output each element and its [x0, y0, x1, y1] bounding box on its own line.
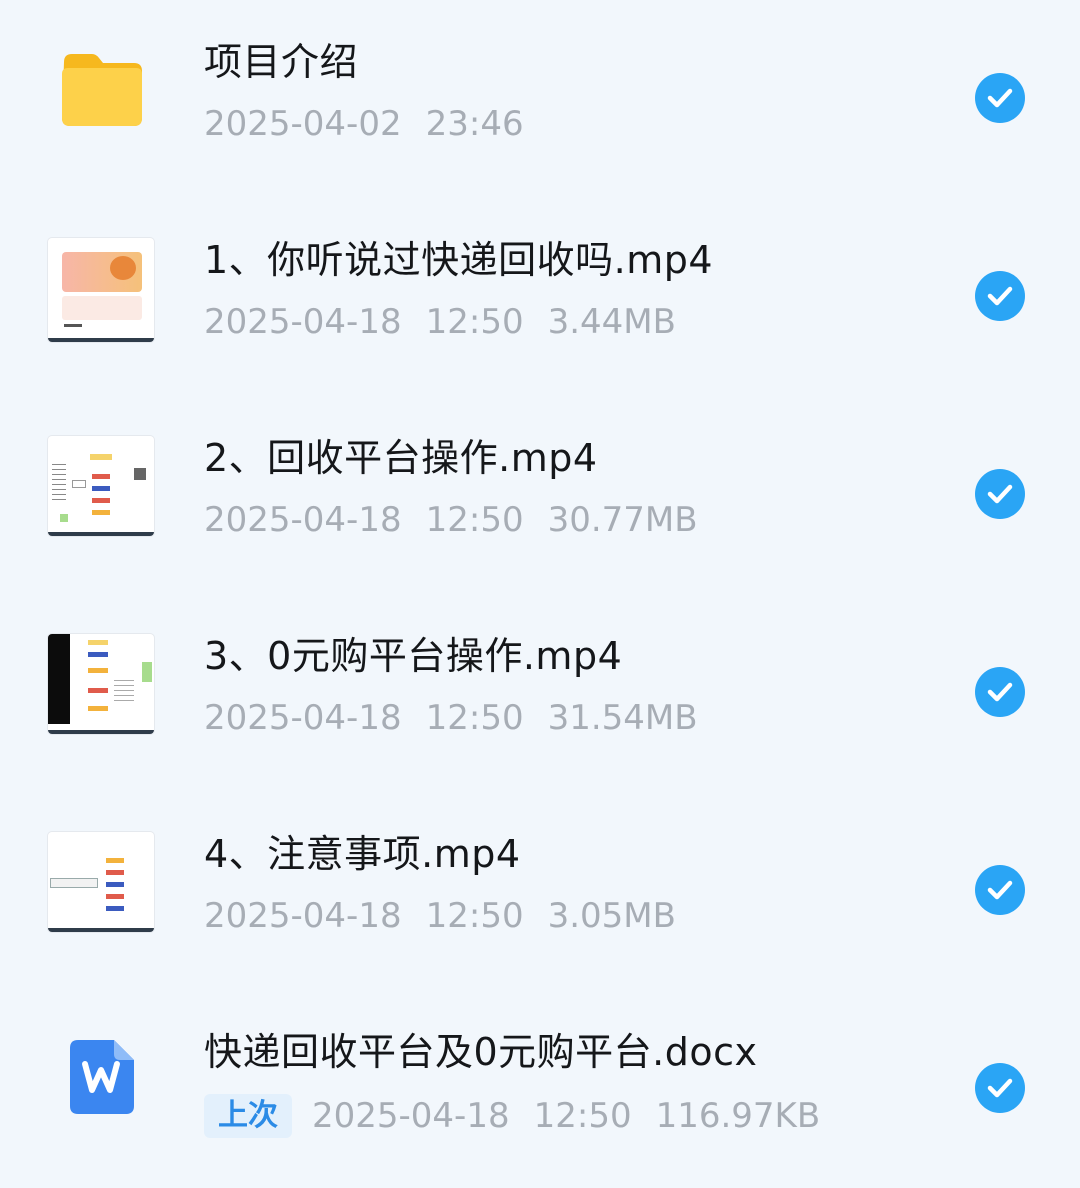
- last-opened-badge: 上次: [204, 1094, 292, 1138]
- file-meta: 2025-04-18 12:50 30.77MB: [204, 500, 722, 540]
- file-time: 12:50: [425, 500, 524, 540]
- selected-check-icon[interactable]: [975, 865, 1025, 915]
- file-time: 23:46: [425, 104, 524, 144]
- file-time: 12:50: [425, 302, 524, 342]
- file-row-video[interactable]: 2、回收平台操作.mp4 2025-04-18 12:50 30.77MB: [0, 396, 1080, 594]
- file-meta: 上次 2025-04-18 12:50 116.97KB: [204, 1094, 844, 1138]
- file-name: 2、回收平台操作.mp4: [204, 436, 598, 480]
- file-time: 12:50: [425, 896, 524, 936]
- file-date: 2025-04-18: [204, 500, 402, 540]
- file-name: 快递回收平台及0元购平台.docx: [204, 1030, 758, 1074]
- selected-check-icon[interactable]: [975, 667, 1025, 717]
- file-date: 2025-04-18: [204, 698, 402, 738]
- file-row-folder[interactable]: 项目介绍 2025-04-02 23:46: [0, 0, 1080, 198]
- file-row-document[interactable]: 快递回收平台及0元购平台.docx 上次 2025-04-18 12:50 11…: [0, 990, 1080, 1188]
- video-thumbnail: [44, 828, 158, 938]
- video-thumbnail: [44, 234, 158, 344]
- file-size: 31.54MB: [547, 698, 698, 738]
- file-name: 1、你听说过快递回收吗.mp4: [204, 238, 714, 282]
- file-time: 12:50: [533, 1096, 632, 1136]
- file-list: 项目介绍 2025-04-02 23:46 1、你听说过快递回收吗.mp4 20…: [0, 0, 1080, 1178]
- file-date: 2025-04-18: [312, 1096, 510, 1136]
- file-time: 12:50: [425, 698, 524, 738]
- file-row-video[interactable]: 1、你听说过快递回收吗.mp4 2025-04-18 12:50 3.44MB: [0, 198, 1080, 396]
- file-size: 30.77MB: [547, 500, 698, 540]
- video-thumbnail: [44, 630, 158, 740]
- file-size: 3.44MB: [547, 302, 676, 342]
- file-meta: 2025-04-18 12:50 3.05MB: [204, 896, 700, 936]
- file-date: 2025-04-18: [204, 302, 402, 342]
- selected-check-icon[interactable]: [975, 271, 1025, 321]
- file-row-video[interactable]: 4、注意事项.mp4 2025-04-18 12:50 3.05MB: [0, 792, 1080, 990]
- file-size: 3.05MB: [547, 896, 676, 936]
- video-thumbnail: [44, 432, 158, 542]
- file-meta: 2025-04-02 23:46: [204, 104, 548, 144]
- file-meta: 2025-04-18 12:50 31.54MB: [204, 698, 722, 738]
- file-name: 3、0元购平台操作.mp4: [204, 634, 623, 678]
- file-row-video[interactable]: 3、0元购平台操作.mp4 2025-04-18 12:50 31.54MB: [0, 594, 1080, 792]
- file-date: 2025-04-02: [204, 104, 402, 144]
- folder-icon: [62, 54, 142, 126]
- file-date: 2025-04-18: [204, 896, 402, 936]
- file-meta: 2025-04-18 12:50 3.44MB: [204, 302, 700, 342]
- file-name: 项目介绍: [204, 40, 359, 84]
- selected-check-icon[interactable]: [975, 1063, 1025, 1113]
- file-size: 116.97KB: [655, 1096, 821, 1136]
- selected-check-icon[interactable]: [975, 73, 1025, 123]
- file-name: 4、注意事项.mp4: [204, 832, 521, 876]
- selected-check-icon[interactable]: [975, 469, 1025, 519]
- word-doc-icon: [70, 1040, 134, 1114]
